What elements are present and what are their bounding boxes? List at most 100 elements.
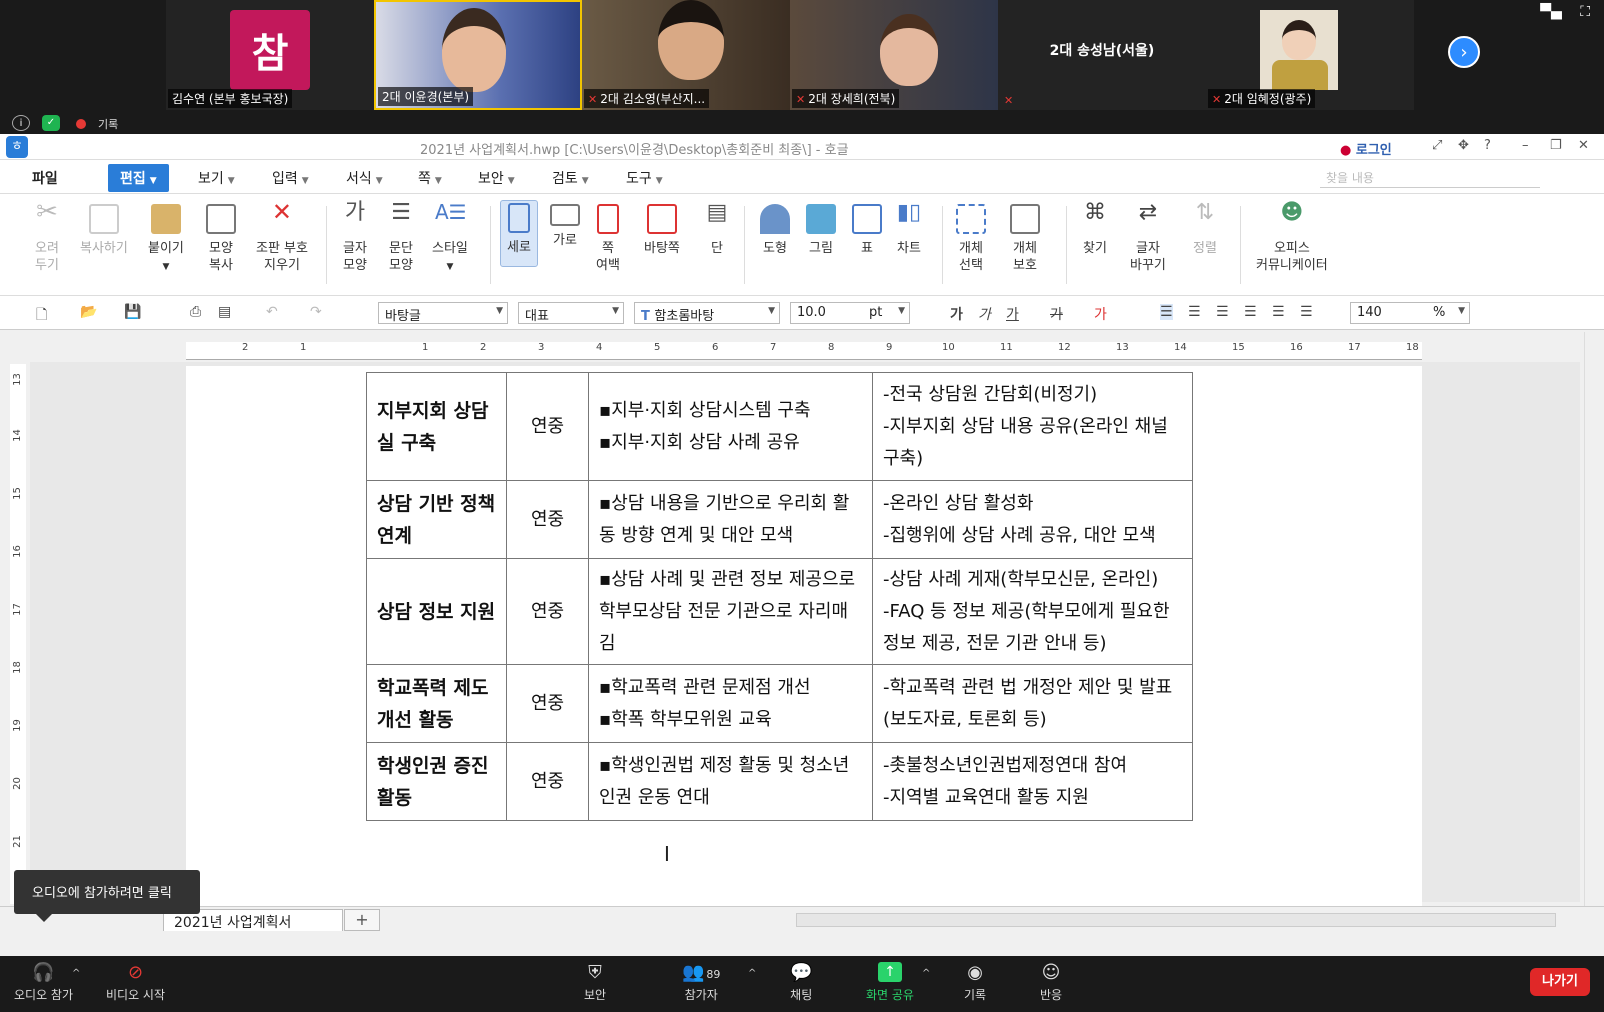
table-cell-period[interactable]: 연중: [506, 742, 589, 821]
record-button[interactable]: ◉ 기록: [964, 962, 986, 1003]
table-cell-details[interactable]: -온라인 상담 활성화 -집행위에 상담 사례 공유, 대안 모색: [872, 480, 1193, 559]
find-button[interactable]: ⌘ 찾기: [1080, 202, 1110, 257]
table-cell-period[interactable]: 연중: [506, 664, 589, 743]
participant-tile[interactable]: 참 김수연 (본부 홍보국장): [166, 0, 374, 110]
chart-button[interactable]: ▮▯ 차트: [894, 202, 924, 257]
chevron-up-icon[interactable]: ^: [748, 968, 756, 979]
clear-marks-button[interactable]: ✕ 조판 부호 지우기: [256, 200, 308, 274]
font-select[interactable]: T 함초롬바탕 ▼: [634, 302, 780, 324]
format-copy-button[interactable]: 모양 복사: [206, 204, 236, 274]
join-audio-button[interactable]: 🎧 오디오 참가: [14, 962, 73, 1003]
horizontal-ruler[interactable]: 2 1 1 2 3 4 5 6 7 8 9 10 11 12 13 14 15 …: [186, 342, 1422, 360]
portrait-button[interactable]: 세로: [500, 200, 538, 267]
open-folder-icon[interactable]: 📂: [80, 304, 97, 320]
table-cell-tasks[interactable]: ▪지부·지회 상담시스템 구축 ▪지부·지회 상담 사례 공유: [588, 372, 873, 481]
table-cell-tasks[interactable]: ▪상담 내용을 기반으로 우리회 활동 방향 연계 및 대안 모색: [588, 480, 873, 559]
table-cell-tasks[interactable]: ▪상담 사례 및 관련 정보 제공으로 학부모상담 전문 기관으로 자리매김: [588, 558, 873, 665]
sort-button[interactable]: ⇅ 정렬: [1190, 202, 1220, 257]
security-button[interactable]: ⛨ 보안: [584, 962, 606, 1003]
table-cell-title[interactable]: 지부지회 상담실 구축: [366, 372, 507, 481]
participant-tile[interactable]: ✕ 2대 장세희(전북): [790, 0, 998, 110]
table-cell-details[interactable]: -촛불청소년인권법제정연대 참여 -지역별 교육연대 활동 지원: [872, 742, 1193, 821]
menu-review[interactable]: 검토 ▼: [552, 168, 589, 188]
bold-icon[interactable]: 가: [950, 304, 963, 324]
font-color-icon[interactable]: 가: [1094, 304, 1107, 324]
help-icon[interactable]: ?: [1484, 138, 1491, 153]
picture-button[interactable]: 그림: [806, 204, 836, 257]
menu-page[interactable]: 쪽 ▼: [418, 168, 442, 188]
vertical-scrollbar[interactable]: [1584, 332, 1602, 906]
table-cell-period[interactable]: 연중: [506, 480, 589, 559]
new-document-icon[interactable]: 🗋: [36, 304, 47, 328]
document-page[interactable]: 지부지회 상담실 구축 연중 ▪지부·지회 상담시스템 구축 ▪지부·지회 상담 …: [186, 366, 1422, 906]
participants-button[interactable]: 👥 89 참가자: [682, 962, 720, 1003]
table-cell-tasks[interactable]: ▪학생인권법 제정 활동 및 청소년인권 운동 연대: [588, 742, 873, 821]
add-tab-button[interactable]: +: [344, 909, 380, 931]
reactions-button[interactable]: ☺ 반응: [1040, 962, 1062, 1003]
language-select[interactable]: 대표 ▼: [518, 302, 624, 324]
font-size-input[interactable]: 10.0 pt ▼: [790, 302, 910, 324]
start-video-button[interactable]: ⊘ 비디오 시작: [106, 962, 165, 1003]
participant-tile[interactable]: 2대 송성남(서울) ✕: [998, 0, 1206, 110]
italic-icon[interactable]: 가: [978, 304, 991, 324]
copy-button[interactable]: 복사하기: [80, 204, 128, 257]
minimize-icon[interactable]: –: [1522, 138, 1529, 153]
style-select[interactable]: 바탕글 ▼: [378, 302, 508, 324]
chevron-up-icon[interactable]: ^: [72, 968, 80, 979]
menu-security[interactable]: 보안 ▼: [478, 168, 515, 188]
resize-icon[interactable]: ✥: [1458, 138, 1469, 153]
view-mode-icon[interactable]: ▀▄: [1540, 4, 1562, 20]
table-cell-details[interactable]: -상담 사례 게재(학부모신문, 온라인) -FAQ 등 정보 제공(학부모에게 …: [872, 558, 1193, 665]
search-input[interactable]: 찾을 내용: [1320, 166, 1540, 188]
table-cell-title[interactable]: 학교폭력 제도 개선 활동: [366, 664, 507, 743]
table-cell-title[interactable]: 상담 기반 정책 연계: [366, 480, 507, 559]
menu-edit[interactable]: 편집 ▼: [108, 164, 169, 192]
table-cell-period[interactable]: 연중: [506, 558, 589, 665]
align-justify-icon[interactable]: ☰: [1160, 304, 1173, 320]
close-icon[interactable]: ✕: [1578, 138, 1589, 153]
underline-icon[interactable]: 가: [1006, 304, 1019, 324]
info-icon[interactable]: i: [12, 115, 30, 131]
table-cell-title[interactable]: 상담 정보 지원: [366, 558, 507, 665]
zoom-input[interactable]: 140 % ▼: [1350, 302, 1470, 324]
distribute-icon[interactable]: ☰: [1272, 304, 1285, 320]
menu-format[interactable]: 서식 ▼: [346, 168, 383, 188]
undo-icon[interactable]: ↶: [266, 304, 278, 320]
office-communicator-button[interactable]: ☻ 오피스 커뮤니케이터: [1256, 202, 1328, 274]
protect-object-button[interactable]: 개체 보호: [1010, 204, 1040, 274]
style-button[interactable]: A☰ 스타일 ▼: [432, 202, 468, 276]
redo-icon[interactable]: ↷: [310, 304, 322, 320]
shape-button[interactable]: 도형: [760, 204, 790, 257]
chevron-up-icon[interactable]: ^: [922, 968, 930, 979]
table-cell-details[interactable]: -전국 상담원 간담회(비정기) -지부지회 상담 내용 공유(온라인 채널 구축…: [872, 372, 1193, 481]
align-left-icon[interactable]: ☰: [1188, 304, 1201, 320]
select-object-button[interactable]: 개체 선택: [956, 204, 986, 274]
participant-tile-active[interactable]: 2대 이윤경(본부): [374, 0, 582, 110]
chat-button[interactable]: 💬 채팅: [790, 962, 812, 1003]
paste-button[interactable]: 붙이기 ▼: [148, 204, 184, 276]
replace-button[interactable]: ⇄ 글자 바꾸기: [1130, 202, 1166, 274]
page-margin-button[interactable]: 쪽 여백: [596, 204, 620, 274]
menu-file[interactable]: 파일: [32, 168, 58, 188]
fullscreen-icon[interactable]: ⛶: [1580, 4, 1590, 20]
share-screen-button[interactable]: ↑ 화면 공유: [866, 962, 914, 1003]
preview-icon[interactable]: ▤: [218, 304, 231, 320]
login-button[interactable]: ● 로그인: [1340, 139, 1392, 158]
table-cell-title[interactable]: 학생인권 증진 활동: [366, 742, 507, 821]
table-cell-details[interactable]: -학교폭력 관련 법 개정안 제안 및 발표(보도자료, 토론회 등): [872, 664, 1193, 743]
align-right-icon[interactable]: ☰: [1244, 304, 1257, 320]
restore-icon[interactable]: ❐: [1550, 138, 1562, 153]
char-shape-button[interactable]: 가 글자 모양: [340, 202, 370, 274]
strikethrough-icon[interactable]: 가: [1050, 304, 1063, 324]
align-center-icon[interactable]: ☰: [1216, 304, 1229, 320]
cut-button[interactable]: ✂ 오려 두기: [32, 199, 62, 274]
participant-tile[interactable]: ✕ 2대 임혜정(광주): [1206, 0, 1414, 110]
fullscreen-icon[interactable]: ⤢: [1432, 138, 1442, 153]
leave-button[interactable]: 나가기: [1530, 968, 1590, 996]
participant-tile[interactable]: ✕ 2대 김소영(부산지...: [582, 0, 790, 110]
horizontal-scrollbar[interactable]: [796, 913, 1556, 927]
para-shape-button[interactable]: ☰ 문단 모양: [386, 202, 416, 274]
gallery-next-button[interactable]: ›: [1448, 36, 1480, 68]
shield-check-icon[interactable]: ✓: [42, 115, 60, 131]
menu-insert[interactable]: 입력 ▼: [272, 168, 309, 188]
